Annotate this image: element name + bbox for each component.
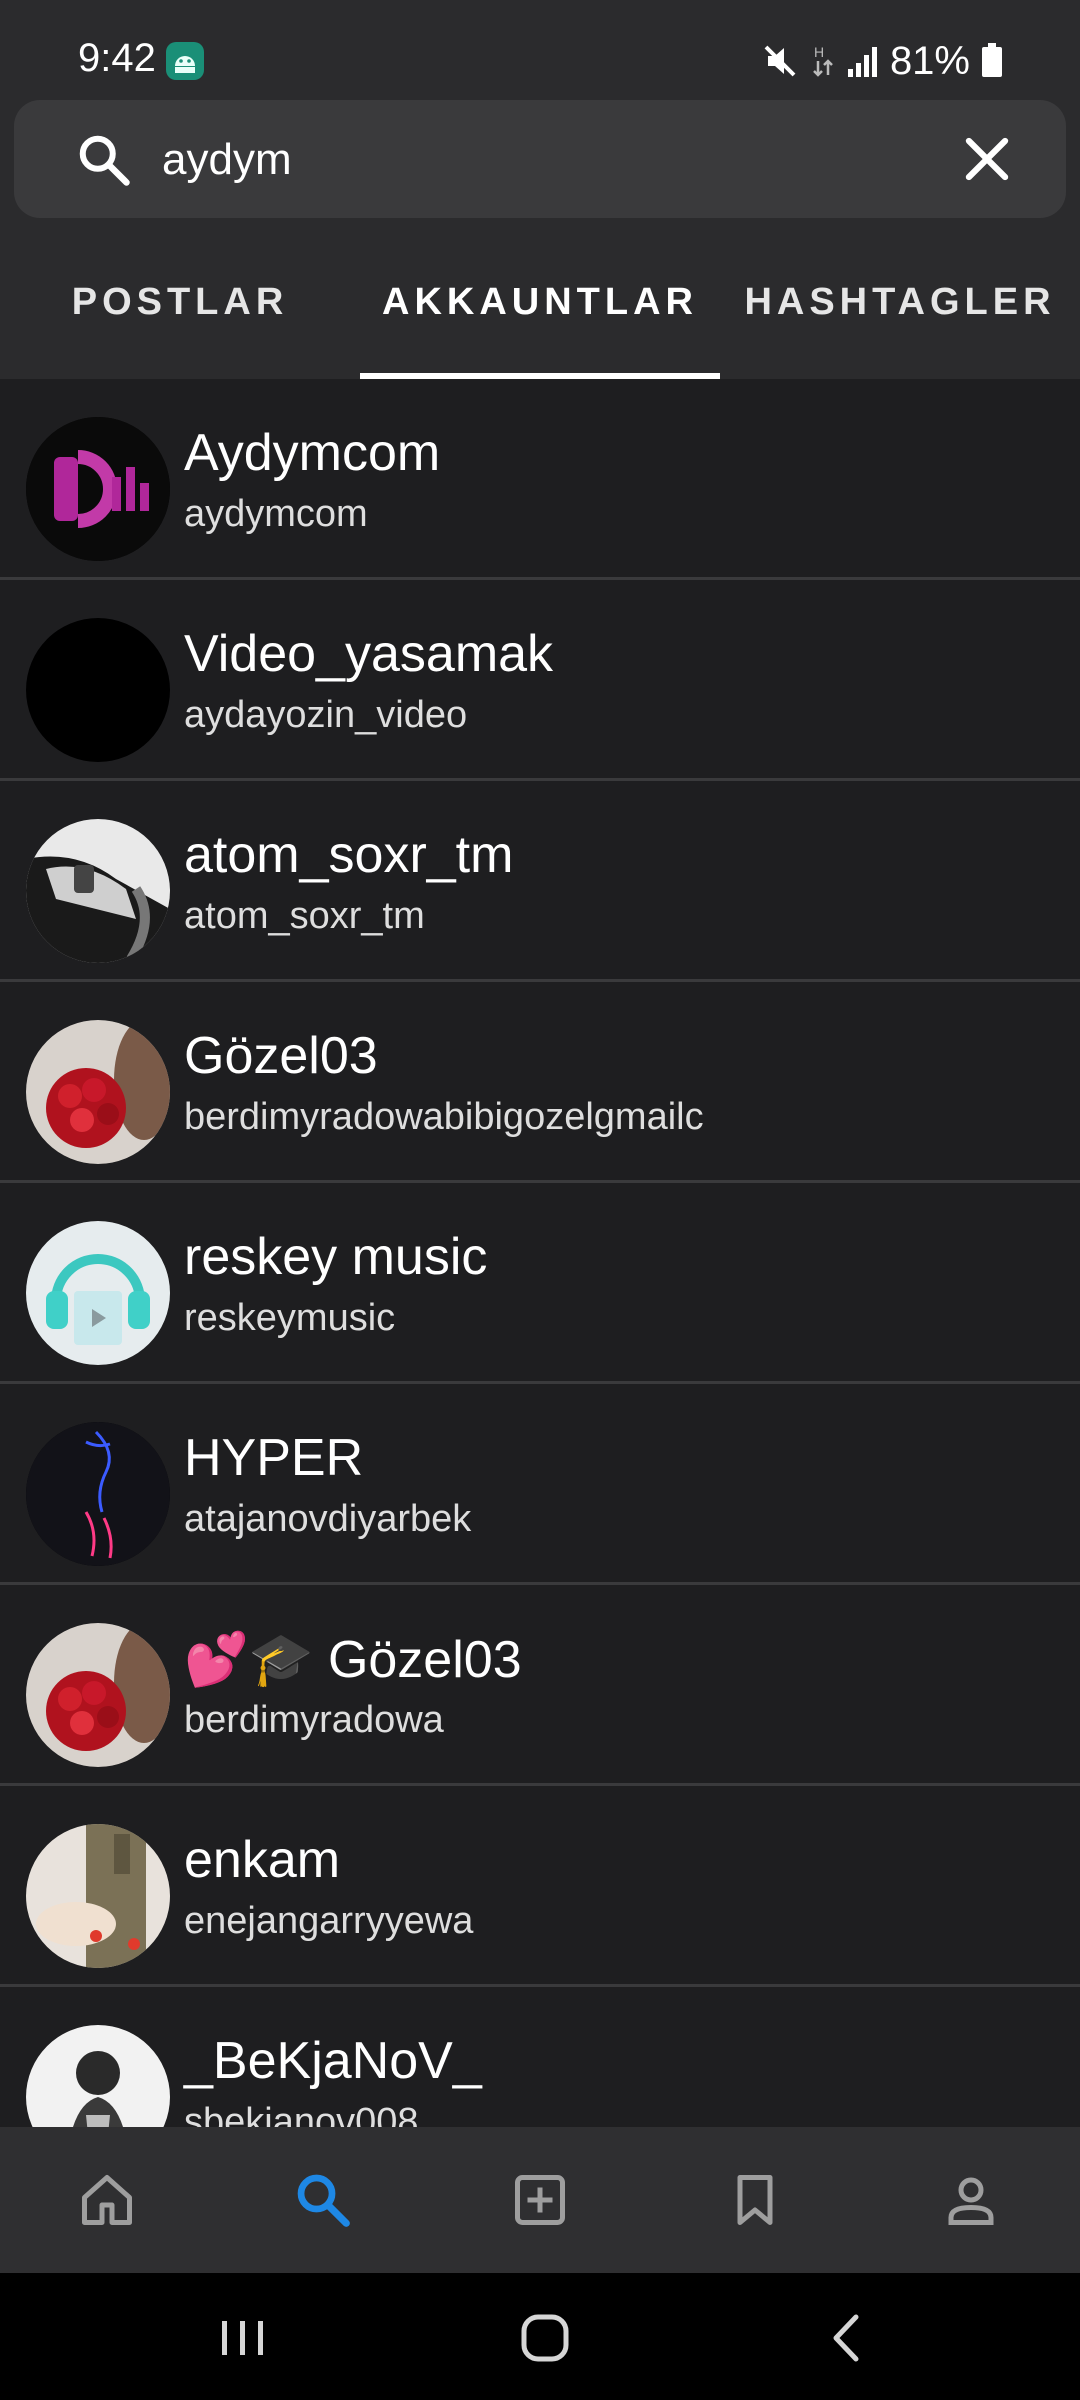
battery-percent: 81% — [889, 38, 970, 83]
avatar — [26, 1824, 170, 1968]
recent-apps-icon[interactable] — [208, 2303, 278, 2373]
status-icons: H 81% — [760, 36, 1004, 86]
tab-postlar[interactable]: POSTLAR — [0, 225, 360, 379]
bookmark-icon[interactable] — [712, 2157, 798, 2243]
list-item[interactable]: 💕🎓 Gözel03 berdimyradowa — [0, 1585, 1080, 1786]
tab-hashtagler[interactable]: HASHTAGLER — [720, 225, 1080, 379]
back-icon[interactable] — [812, 2303, 882, 2373]
search-icon[interactable] — [280, 2157, 366, 2243]
account-name: enkam — [184, 1831, 341, 1889]
add-box-icon[interactable] — [497, 2157, 583, 2243]
avatar — [26, 1221, 170, 1365]
account-handle: berdimyradowabibigozelgmailc — [184, 1096, 704, 1138]
list-item[interactable]: Aydymcom aydymcom — [0, 379, 1080, 580]
account-handle: sbekjanov008 — [184, 2101, 419, 2127]
tab-bar: POSTLAR AKKAUNTLAR HASHTAGLER — [0, 225, 1080, 379]
avatar — [26, 1623, 170, 1767]
account-name: Aydymcom — [184, 424, 441, 482]
search-area — [0, 100, 1080, 225]
account-name: HYPER — [184, 1429, 364, 1487]
list-item[interactable]: atom_soxr_tm atom_soxr_tm — [0, 781, 1080, 982]
home-icon[interactable] — [64, 2157, 150, 2243]
search-icon — [79, 135, 130, 186]
list-item[interactable]: _BeKjaNoV_ sbekjanov008 — [0, 1987, 1080, 2127]
mute-icon — [764, 45, 796, 77]
profile-icon[interactable] — [928, 2157, 1014, 2243]
close-icon[interactable] — [956, 128, 1018, 190]
account-name: Gözel03 — [184, 1027, 378, 1085]
account-handle: aydayozin_video — [184, 694, 468, 736]
list-item[interactable]: reskey music reskeymusic — [0, 1183, 1080, 1384]
tab-akkauntlar[interactable]: AKKAUNTLAR — [360, 225, 720, 379]
battery-icon — [982, 43, 1002, 77]
list-item[interactable]: enkam enejangarryyewa — [0, 1786, 1080, 1987]
status-time: 9:42 — [78, 36, 156, 80]
account-results-list: Aydymcom aydymcom Video_yasamak aydayozi… — [0, 379, 1080, 2127]
hplus-data-icon: H — [813, 44, 833, 77]
search-box[interactable] — [14, 100, 1066, 218]
avatar — [26, 2025, 170, 2127]
list-item[interactable]: HYPER atajanovdiyarbek — [0, 1384, 1080, 1585]
account-name: Video_yasamak — [184, 625, 554, 683]
account-handle: atom_soxr_tm — [184, 895, 425, 937]
svg-text:H: H — [814, 44, 824, 60]
account-handle: aydymcom — [184, 493, 368, 535]
screen: 9:42 H 81% aydym POSTLAR AKKAUNTLAR HASH… — [0, 0, 1080, 2400]
account-handle: atajanovdiyarbek — [184, 1498, 472, 1540]
home-button-icon[interactable] — [510, 2303, 580, 2373]
avatar — [26, 618, 170, 762]
avatar — [26, 1020, 170, 1164]
search-input[interactable] — [160, 122, 924, 198]
account-name: reskey music — [184, 1228, 488, 1286]
signal-icon — [847, 47, 877, 77]
avatar — [26, 417, 170, 561]
list-item[interactable]: Video_yasamak aydayozin_video — [0, 580, 1080, 781]
account-name: _BeKjaNoV_ — [184, 2032, 482, 2090]
system-navigation-bar — [0, 2273, 1080, 2400]
android-notification-icon — [166, 42, 204, 80]
list-item[interactable]: Gözel03 berdimyradowabibigozelgmailc — [0, 982, 1080, 1183]
status-bar: 9:42 H 81% — [0, 0, 1080, 100]
avatar — [26, 819, 170, 963]
bottom-navigation — [0, 2127, 1080, 2273]
account-name: 💕🎓 Gözel03 — [184, 1631, 522, 1689]
account-handle: enejangarryyewa — [184, 1900, 474, 1942]
account-handle: reskeymusic — [184, 1297, 396, 1339]
account-name: atom_soxr_tm — [184, 826, 514, 884]
avatar — [26, 1422, 170, 1566]
account-handle: berdimyradowa — [184, 1699, 444, 1741]
